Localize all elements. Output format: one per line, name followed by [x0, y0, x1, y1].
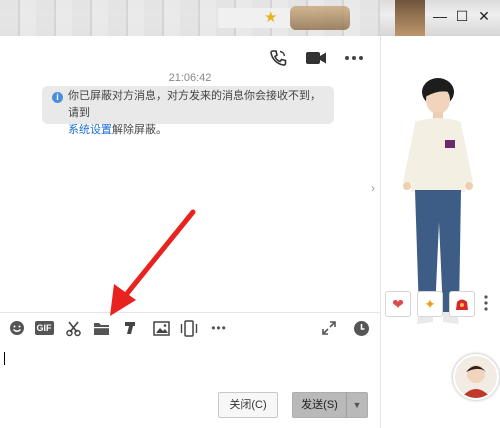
skin-decoration-right [395, 0, 425, 36]
magic-wand-icon[interactable]: ✦ [417, 291, 443, 317]
heart-hand-icon[interactable]: ❤ [385, 291, 411, 317]
red-packet-icon[interactable] [449, 291, 475, 317]
character-avatar-illustration [403, 78, 473, 324]
contact-avatar[interactable] [453, 354, 499, 400]
side-panel: › ❤ ✦ [371, 36, 500, 428]
annotation-arrow [110, 209, 196, 316]
minimize-button[interactable]: — [432, 8, 448, 24]
maximize-button[interactable]: ☐ [454, 8, 470, 24]
more-vertical-icon[interactable] [481, 291, 491, 315]
collapse-panel-button[interactable]: › [371, 176, 381, 200]
side-toolbar: ❤ ✦ [385, 291, 491, 317]
close-window-button[interactable]: ✕ [476, 8, 492, 24]
